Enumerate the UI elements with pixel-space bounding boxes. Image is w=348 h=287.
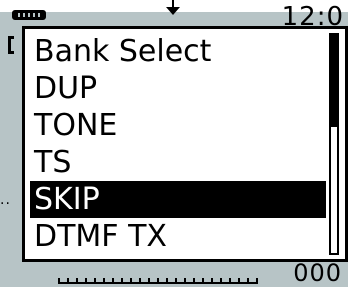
- menu-item-ts[interactable]: TS: [30, 144, 326, 181]
- menu-item-dtmf-tx[interactable]: DTMF TX: [30, 218, 326, 255]
- menu-list: Bank Select DUP TONE TS SKIP DTMF TX: [30, 33, 326, 255]
- bottom-readout: 000: [293, 259, 342, 287]
- battery-icon: [12, 10, 46, 20]
- menu-item-bank-select[interactable]: Bank Select: [30, 33, 326, 70]
- down-arrow-head-icon: [166, 7, 180, 15]
- menu-item-dup[interactable]: DUP: [30, 70, 326, 107]
- signal-meter-baseline: [58, 282, 258, 284]
- dotted-separator: ··: [0, 196, 11, 212]
- quick-menu: Bank Select DUP TONE TS SKIP DTMF TX: [22, 26, 348, 262]
- menu-item-skip[interactable]: SKIP: [30, 181, 326, 218]
- menu-item-tone[interactable]: TONE: [30, 107, 326, 144]
- menu-scrollbar[interactable]: [329, 33, 339, 255]
- lcd-screen: 12:0 ·· Bank Select DUP TONE TS SKIP DTM…: [0, 0, 348, 287]
- menu-scrollbar-thumb[interactable]: [331, 35, 337, 127]
- left-bracket-icon: [8, 36, 14, 54]
